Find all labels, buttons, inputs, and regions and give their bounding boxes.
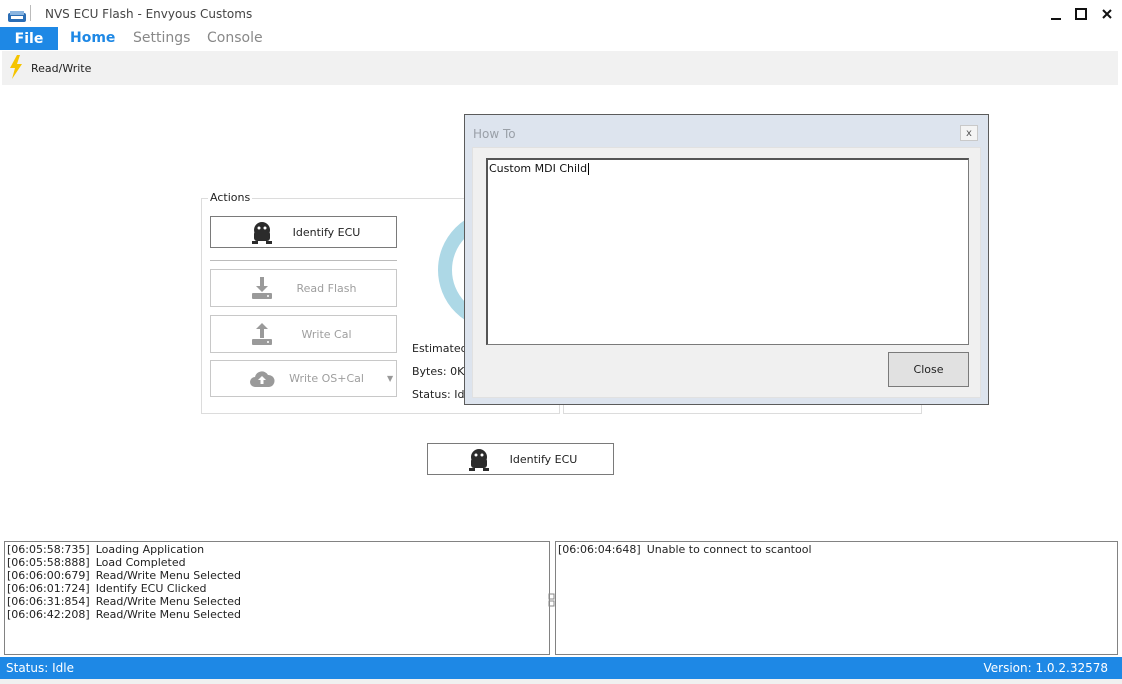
tab-home[interactable]: Home (70, 30, 115, 46)
identify-ecu-button[interactable]: Identify ECU (210, 216, 397, 248)
log-row: [06:06:00:679] Read/Write Menu Selected (7, 569, 547, 582)
log-timestamp: [06:05:58:735] (7, 543, 90, 556)
identify-ecu-bottom-label: Identify ECU (509, 452, 578, 466)
read-write-button[interactable]: Read/Write (31, 62, 91, 75)
log-row: [06:05:58:735] Loading Application (7, 543, 547, 556)
upload-icon (247, 322, 277, 346)
version-text: Version: 1.0.2.32578 (983, 661, 1108, 675)
log-message: Identify ECU Clicked (95, 582, 207, 595)
ribbon-panel (2, 51, 1118, 85)
lightning-icon[interactable] (8, 55, 24, 79)
log-row: [06:06:42:208] Read/Write Menu Selected (7, 608, 547, 621)
log-message: Loading Application (95, 543, 205, 556)
cloud-upload-icon (247, 369, 277, 389)
log-message: Load Completed (95, 556, 186, 569)
file-tab[interactable]: File (0, 27, 58, 50)
identify-ecu-label: Identify ECU (292, 225, 361, 239)
read-flash-button[interactable]: Read Flash (210, 269, 397, 307)
dialog-textbox[interactable]: Custom MDI Child (486, 158, 969, 345)
log-row: [06:05:58:888] Load Completed (7, 556, 547, 569)
dialog-title: How To (473, 127, 516, 141)
ecu-chip-icon (464, 446, 494, 472)
log-row: [06:06:31:854] Read/Write Menu Selected (7, 595, 547, 608)
maximize-icon[interactable] (1071, 4, 1091, 24)
dialog-text: Custom MDI Child (489, 162, 588, 175)
write-os-cal-label: Write OS+Cal (289, 372, 364, 385)
estimated-time-label: Estimated (412, 342, 468, 355)
read-flash-label: Read Flash (296, 281, 357, 295)
tab-settings[interactable]: Settings (133, 30, 190, 46)
status-text: Status: Idle (6, 661, 74, 675)
app-icon[interactable] (8, 8, 26, 22)
actions-divider (210, 260, 397, 261)
actions-group-label: Actions (208, 191, 253, 204)
dialog-close-button[interactable]: Close (888, 352, 969, 387)
minimize-icon[interactable] (1046, 4, 1066, 24)
download-icon (247, 276, 277, 300)
write-cal-button[interactable]: Write Cal (210, 315, 397, 353)
window-bottom-edge (0, 679, 1122, 684)
write-cal-label: Write Cal (301, 327, 352, 341)
log-timestamp: [06:06:01:724] (7, 582, 90, 595)
log-row: [06:06:04:648] Unable to connect to scant… (558, 543, 1115, 556)
text-caret (588, 163, 590, 175)
dialog-content: Custom MDI Child Close (472, 147, 981, 398)
window-title: NVS ECU Flash - Envyous Customs (45, 7, 253, 21)
status-bar: Status: Idle Version: 1.0.2.32578 (0, 657, 1122, 679)
log-panel-right[interactable]: [06:06:04:648] Unable to connect to scant… (555, 541, 1118, 655)
title-separator (30, 5, 31, 21)
log-timestamp: [06:06:31:854] (7, 595, 90, 608)
log-panel-left[interactable]: [06:05:58:735] Loading Application [06:05… (4, 541, 550, 655)
identify-ecu-bottom-button[interactable]: Identify ECU (427, 443, 614, 475)
log-message: Read/Write Menu Selected (95, 569, 241, 582)
tab-console[interactable]: Console (207, 30, 263, 46)
close-icon[interactable] (1097, 4, 1117, 24)
log-row: [06:06:01:724] Identify ECU Clicked (7, 582, 547, 595)
log-message: Read/Write Menu Selected (95, 608, 241, 621)
log-message: Unable to connect to scantool (646, 543, 812, 556)
how-to-dialog: How To x Custom MDI Child Close (464, 114, 989, 405)
dialog-close-icon[interactable]: x (960, 125, 978, 141)
log-message: Read/Write Menu Selected (95, 595, 241, 608)
chevron-down-icon[interactable]: ▼ (387, 374, 393, 383)
log-timestamp: [06:06:04:648] (558, 543, 641, 556)
log-timestamp: [06:06:00:679] (7, 569, 90, 582)
log-timestamp: [06:06:42:208] (7, 608, 90, 621)
write-os-cal-button[interactable]: Write OS+Cal (210, 360, 397, 397)
ecu-chip-icon (247, 219, 277, 245)
log-timestamp: [06:05:58:888] (7, 556, 90, 569)
